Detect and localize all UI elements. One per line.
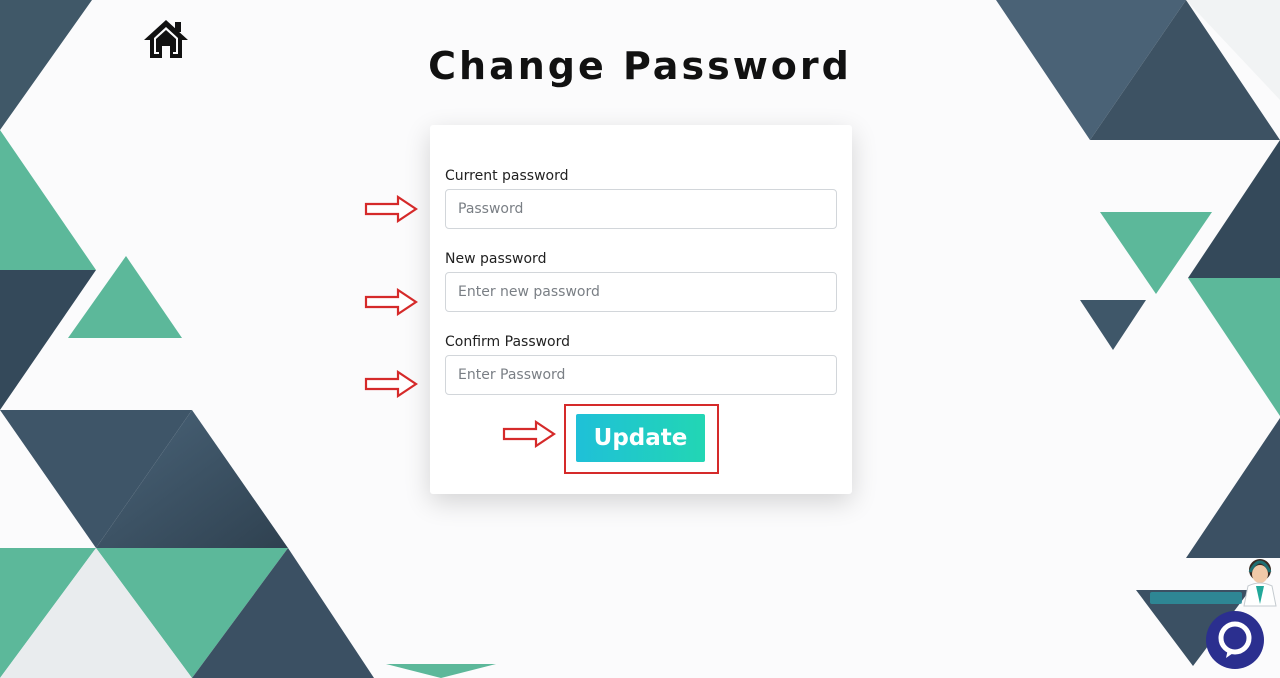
current-password-label: Current password: [445, 168, 569, 184]
bg-triangle: [386, 664, 496, 678]
bg-triangle: [1188, 140, 1280, 278]
bg-triangle: [1188, 278, 1280, 416]
annotation-arrow-icon: [364, 195, 418, 223]
annotation-arrow-icon: [364, 288, 418, 316]
new-password-label: New password: [445, 251, 547, 267]
bg-triangle: [1186, 418, 1280, 558]
current-password-input[interactable]: [445, 189, 837, 229]
annotation-arrow-icon: [502, 420, 556, 448]
annotation-arrow-icon: [364, 370, 418, 398]
chat-button[interactable]: [1206, 611, 1264, 669]
new-password-input[interactable]: [445, 272, 837, 312]
bg-triangle: [1080, 300, 1146, 350]
update-button[interactable]: Update: [576, 414, 705, 462]
confirm-password-label: Confirm Password: [445, 334, 571, 350]
chat-bubble-icon: [1218, 621, 1252, 658]
page-title: Change Password: [428, 44, 852, 88]
bg-triangle: [0, 130, 96, 270]
bg-triangle: [0, 270, 96, 410]
confirm-password-input[interactable]: [445, 355, 837, 395]
